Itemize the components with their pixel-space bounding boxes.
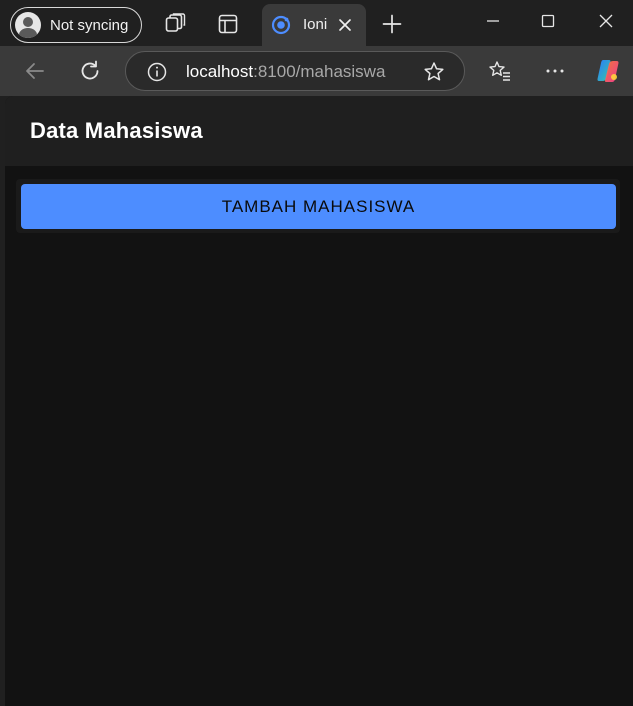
- tab-strip: Not syncing Ioni: [0, 0, 633, 46]
- tab-title: Ioni: [303, 16, 328, 33]
- app-header: Data Mahasiswa: [5, 96, 633, 166]
- profile-label: Not syncing: [50, 16, 129, 34]
- more-icon[interactable]: [542, 58, 568, 84]
- button-container: TAMBAH MAHASISWA: [16, 179, 620, 233]
- refresh-icon[interactable]: [77, 58, 103, 84]
- maximize-icon[interactable]: [533, 8, 563, 34]
- workspaces-icon[interactable]: [163, 12, 187, 36]
- tab-actions-icon[interactable]: [216, 12, 240, 36]
- minimize-icon[interactable]: [478, 8, 508, 34]
- close-window-icon[interactable]: [591, 8, 621, 34]
- profile-avatar-icon: [15, 12, 41, 38]
- tab-active[interactable]: Ioni: [262, 4, 366, 46]
- address-bar[interactable]: localhost:8100/mahasiswa: [125, 51, 465, 91]
- url-path: :8100/mahasiswa: [253, 62, 386, 81]
- add-student-button[interactable]: TAMBAH MAHASISWA: [21, 184, 616, 229]
- copilot-icon[interactable]: [594, 57, 622, 85]
- site-info-icon[interactable]: [146, 61, 168, 83]
- profile-button[interactable]: Not syncing: [10, 7, 142, 43]
- browser-window: Not syncing Ioni localhost:8100/mahasisw…: [0, 0, 633, 706]
- page-title: Data Mahasiswa: [30, 118, 203, 143]
- back-icon[interactable]: [22, 58, 48, 84]
- favorites-icon[interactable]: [487, 58, 513, 84]
- new-tab-icon[interactable]: [380, 12, 404, 36]
- url-text: localhost:8100/mahasiswa: [186, 62, 385, 82]
- ionic-favicon-icon: [271, 15, 291, 35]
- close-tab-icon[interactable]: [336, 16, 354, 34]
- browser-toolbar: localhost:8100/mahasiswa: [0, 46, 633, 96]
- url-host: localhost: [186, 62, 254, 81]
- page-content: Data Mahasiswa TAMBAH MAHASISWA: [5, 96, 633, 706]
- favorite-star-icon[interactable]: [422, 60, 446, 84]
